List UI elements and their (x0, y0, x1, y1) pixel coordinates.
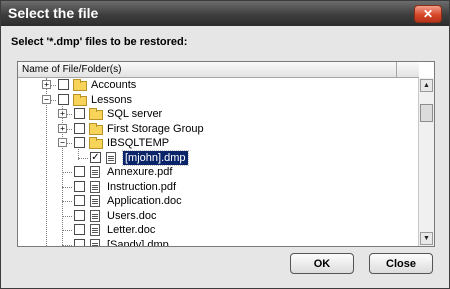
expand-icon[interactable]: + (58, 123, 67, 133)
item-checkbox[interactable] (74, 238, 85, 246)
item-checkbox[interactable] (74, 224, 85, 235)
tree-row[interactable]: ✓ [mjohn].dmp (18, 149, 418, 166)
file-icon (90, 180, 100, 193)
close-button[interactable]: Close (369, 253, 433, 274)
expand-icon[interactable]: + (42, 80, 51, 89)
item-checkbox[interactable] (74, 209, 85, 221)
tree-row[interactable]: + Accounts (18, 78, 418, 92)
folder-icon (73, 93, 87, 106)
tree-branch-line (62, 186, 72, 188)
item-checkbox[interactable] (74, 108, 85, 119)
tree-row[interactable]: Users.doc (18, 209, 418, 223)
tree-item-label[interactable]: SQL server (107, 107, 162, 121)
item-checkbox[interactable] (74, 137, 85, 148)
file-icon (90, 224, 100, 236)
tree-item-label[interactable]: Lessons (91, 93, 132, 107)
tree-item-label[interactable]: Instruction.pdf (107, 180, 176, 194)
item-checkbox[interactable] (58, 93, 69, 105)
file-icon (90, 209, 100, 222)
tree-row[interactable]: + First Storage Group (18, 122, 418, 136)
tree-item-label[interactable]: [mjohn].dmp (122, 149, 189, 166)
tree-row[interactable]: Application.doc (18, 194, 418, 208)
file-tree-panel: Name of File/Folder(s) + Accounts − Lessons… (17, 61, 435, 247)
file-tree: + Accounts − Lessons + SQL server + First Stora… (18, 78, 418, 246)
tree-item-label[interactable]: First Storage Group (107, 122, 204, 136)
tree-item-label[interactable]: Accounts (91, 78, 136, 92)
expand-icon[interactable]: + (58, 109, 67, 118)
tree-branch-line (62, 201, 72, 202)
tree-branch-line (62, 172, 72, 173)
tree-item-label[interactable]: IBSQLTEMP (107, 136, 169, 150)
tree-row[interactable]: Letter.doc (18, 223, 418, 237)
close-icon[interactable]: ✕ (414, 5, 442, 23)
folder-icon (89, 108, 103, 120)
folder-icon (73, 79, 87, 91)
tree-row[interactable]: − Lessons (18, 93, 418, 107)
tree-branch-line (62, 244, 72, 246)
dialog-title: Select the file (8, 5, 99, 21)
item-checkbox[interactable] (74, 122, 85, 134)
vertical-scrollbar[interactable]: ▲ ▼ (418, 78, 434, 246)
collapse-icon[interactable]: − (58, 138, 67, 147)
item-checkbox[interactable] (58, 79, 69, 90)
item-checkbox[interactable]: ✓ (90, 151, 101, 163)
instruction-label: Select '*.dmp' files to be restored: (11, 36, 188, 48)
collapse-icon[interactable]: − (42, 94, 51, 104)
tree-branch-line (62, 230, 72, 231)
tree-item-label[interactable]: Users.doc (107, 209, 157, 223)
scrollbar-thumb[interactable] (420, 104, 433, 122)
tree-item-label[interactable]: Letter.doc (107, 223, 155, 237)
ok-button[interactable]: OK (290, 253, 354, 274)
folder-icon (89, 122, 103, 135)
tree-row[interactable]: − IBSQLTEMP (18, 136, 418, 150)
file-icon (90, 166, 100, 178)
select-file-dialog: Select the file ✕ Select '*.dmp' files t… (0, 0, 450, 289)
file-icon (90, 195, 100, 207)
tree-branch-line (78, 157, 88, 159)
tree-row[interactable]: + SQL server (18, 107, 418, 121)
tree-row[interactable]: [Sandy].dmp (18, 238, 418, 247)
item-checkbox[interactable] (74, 180, 85, 192)
folder-icon (89, 137, 103, 149)
tree-item-label[interactable]: Annexure.pdf (107, 165, 172, 179)
scroll-up-icon[interactable]: ▲ (420, 79, 433, 92)
column-header-name[interactable]: Name of File/Folder(s) (18, 62, 397, 78)
item-checkbox[interactable] (74, 195, 85, 206)
tree-item-label[interactable]: [Sandy].dmp (107, 238, 169, 247)
title-bar[interactable]: Select the file ✕ (1, 1, 449, 26)
tree-item-label[interactable]: Application.doc (107, 194, 182, 208)
file-icon (90, 238, 100, 246)
tree-branch-line (62, 215, 72, 217)
item-checkbox[interactable] (74, 166, 85, 177)
tree-row[interactable]: Instruction.pdf (18, 180, 418, 194)
scroll-down-icon[interactable]: ▼ (420, 232, 433, 245)
file-icon (106, 151, 116, 164)
tree-row[interactable]: Annexure.pdf (18, 165, 418, 179)
column-header-filler (397, 62, 419, 78)
